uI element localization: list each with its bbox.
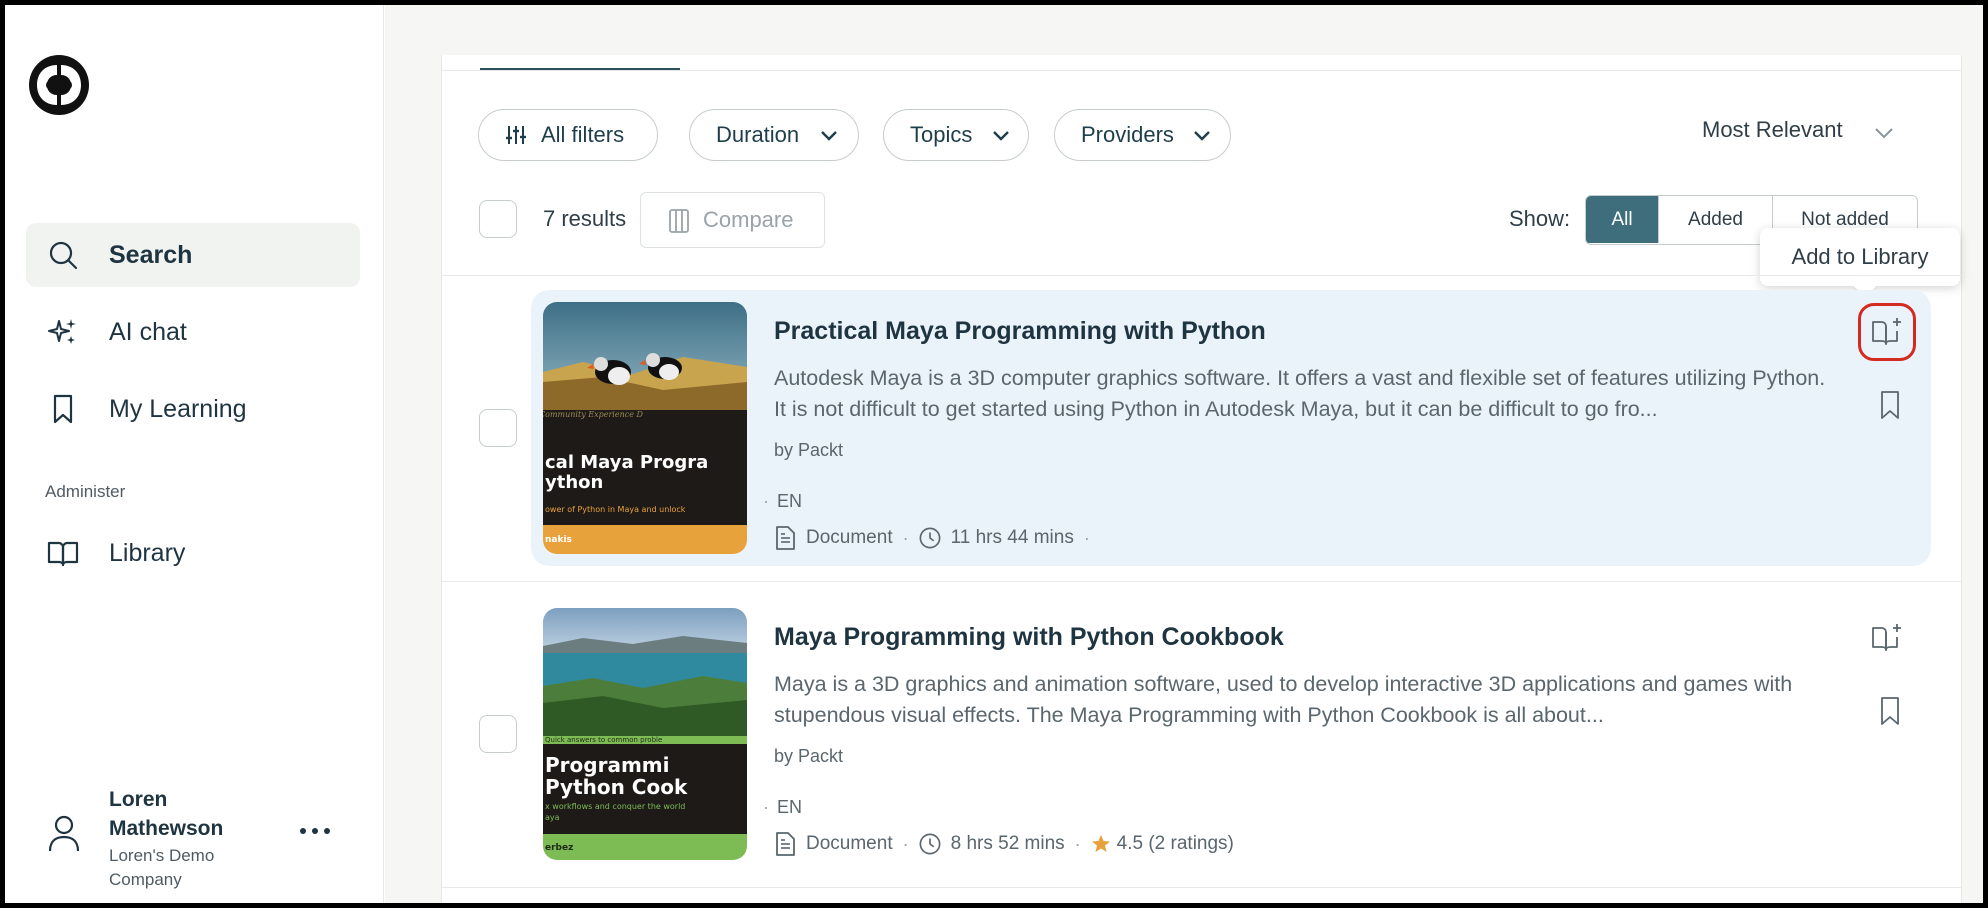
add-to-library-tooltip: Add to Library [1760,228,1960,286]
show-added-button[interactable]: Added [1659,196,1773,243]
result-description: Autodesk Maya is a 3D computer graphics … [774,366,1826,421]
result-title[interactable]: Maya Programming with Python Cookbook [774,623,1284,652]
sidebar-item-label: Search [109,240,193,269]
thumb-title-line2: ython [545,472,603,493]
topics-filter-dropdown[interactable]: Topics [883,109,1029,161]
result-language: · EN [763,491,803,511]
result-meta: Document · 11 hrs 44 mins · [774,524,1100,552]
sort-dropdown[interactable]: Most Relevant [1702,111,1902,151]
bookmark-icon [53,394,73,424]
sidebar-item-my-learning[interactable]: My Learning [26,377,360,441]
chevron-down-icon [1875,128,1893,139]
compare-label: Compare [703,207,794,232]
more-options-icon[interactable] [295,821,335,841]
app-window: Search AI chat My Learning Administer Li… [0,0,1988,908]
divider [441,581,1962,582]
chip-label: Topics [910,122,973,147]
sliders-icon [506,126,526,144]
brand-logo-icon[interactable] [25,51,93,119]
sidebar-item-label: AI chat [109,317,187,346]
chevron-down-icon [821,131,837,141]
sidebar: Search AI chat My Learning Administer Li… [5,5,384,903]
duration-filter-dropdown[interactable]: Duration [689,109,859,161]
thumb-title-line1: Programmi [545,753,669,777]
result-provider: by Packt [774,440,844,460]
search-icon [49,241,78,270]
section-label-administer: Administer [45,482,126,501]
thumb-subtitle: Quick answers to common proble [545,736,662,744]
thumb-tagline-2: aya [545,813,560,822]
select-all-checkbox[interactable] [479,200,517,238]
user-company: Loren's Demo Company [109,846,215,889]
result-type: Document [806,527,893,548]
all-filters-button[interactable]: All filters [478,109,658,161]
thumb-author: nakis [545,535,572,545]
result-checkbox[interactable] [479,715,517,753]
result-duration: 8 hrs 52 mins [950,833,1065,854]
bookmark-icon[interactable] [1873,694,1907,728]
course-thumbnail[interactable]: Community Experience D cal Maya Progra y… [543,302,747,554]
providers-filter-dropdown[interactable]: Providers [1054,109,1231,161]
sidebar-item-label: My Learning [109,394,247,423]
result-rating: 4.5 (2 ratings) [1116,833,1234,854]
document-icon [776,526,795,550]
result-type: Document [806,833,893,854]
svg-text:Community Experience D: Community Experience D [543,410,643,419]
sidebar-item-library[interactable]: Library [26,521,360,585]
show-all-button[interactable]: All [1586,196,1659,243]
divider [441,887,1962,888]
divider [441,70,1962,71]
thumb-tagline: x workflows and conquer the world [545,802,685,811]
results-count: 7 results [543,206,627,231]
result-description: Maya is a 3D graphics and animation soft… [774,672,1793,727]
chip-label: Duration [716,122,800,147]
result-provider: by Packt [774,746,844,766]
thumb-tagline: ower of Python in Maya and unlock [545,505,686,514]
sort-label: Most Relevant [1702,117,1843,142]
chevron-down-icon [1194,131,1210,141]
document-icon [776,832,795,856]
columns-icon [669,209,689,233]
result-meta: Document · 8 hrs 52 mins · 4.5 (2 rating… [774,830,1234,858]
result-title[interactable]: Practical Maya Programming with Python [774,317,1266,346]
chevron-down-icon [993,131,1009,141]
result-card[interactable]: Quick answers to common proble Programmi… [531,596,1931,872]
book-open-icon [47,541,79,567]
chip-label: All filters [541,122,625,147]
clock-icon [919,833,941,855]
thumb-title-line2: Python Cook [545,775,688,799]
compare-button[interactable]: Compare [640,192,825,248]
sidebar-item-label: Library [109,538,186,567]
result-language: · EN [763,797,803,817]
user-profile[interactable]: Loren Mathewson Loren's Demo Company [5,781,384,891]
book-cover-image: Community Experience D cal Maya Progra y… [543,302,747,554]
result-card[interactable]: Community Experience D cal Maya Progra y… [531,290,1931,566]
clock-icon [919,527,941,549]
chip-label: Providers [1081,122,1174,147]
thumb-author: erbez [545,843,573,853]
add-to-library-icon[interactable] [1870,621,1904,655]
star-icon [1091,835,1110,852]
sidebar-item-search[interactable]: Search [26,223,360,287]
thumb-title-line1: cal Maya Progra [545,452,708,473]
result-duration: 11 hrs 44 mins [950,527,1074,548]
sidebar-item-ai-chat[interactable]: AI chat [26,300,360,364]
user-icon [48,815,80,852]
show-label: Show: [1509,206,1571,231]
sparkle-icon [48,319,76,344]
book-cover-image: Quick answers to common proble Programmi… [543,608,747,860]
result-checkbox[interactable] [479,409,517,447]
bookmark-icon[interactable] [1873,388,1907,422]
add-to-library-icon[interactable] [1870,315,1904,349]
divider [441,275,1962,276]
user-name: Loren Mathewson [109,788,224,840]
course-thumbnail[interactable]: Quick answers to common proble Programmi… [543,608,747,860]
